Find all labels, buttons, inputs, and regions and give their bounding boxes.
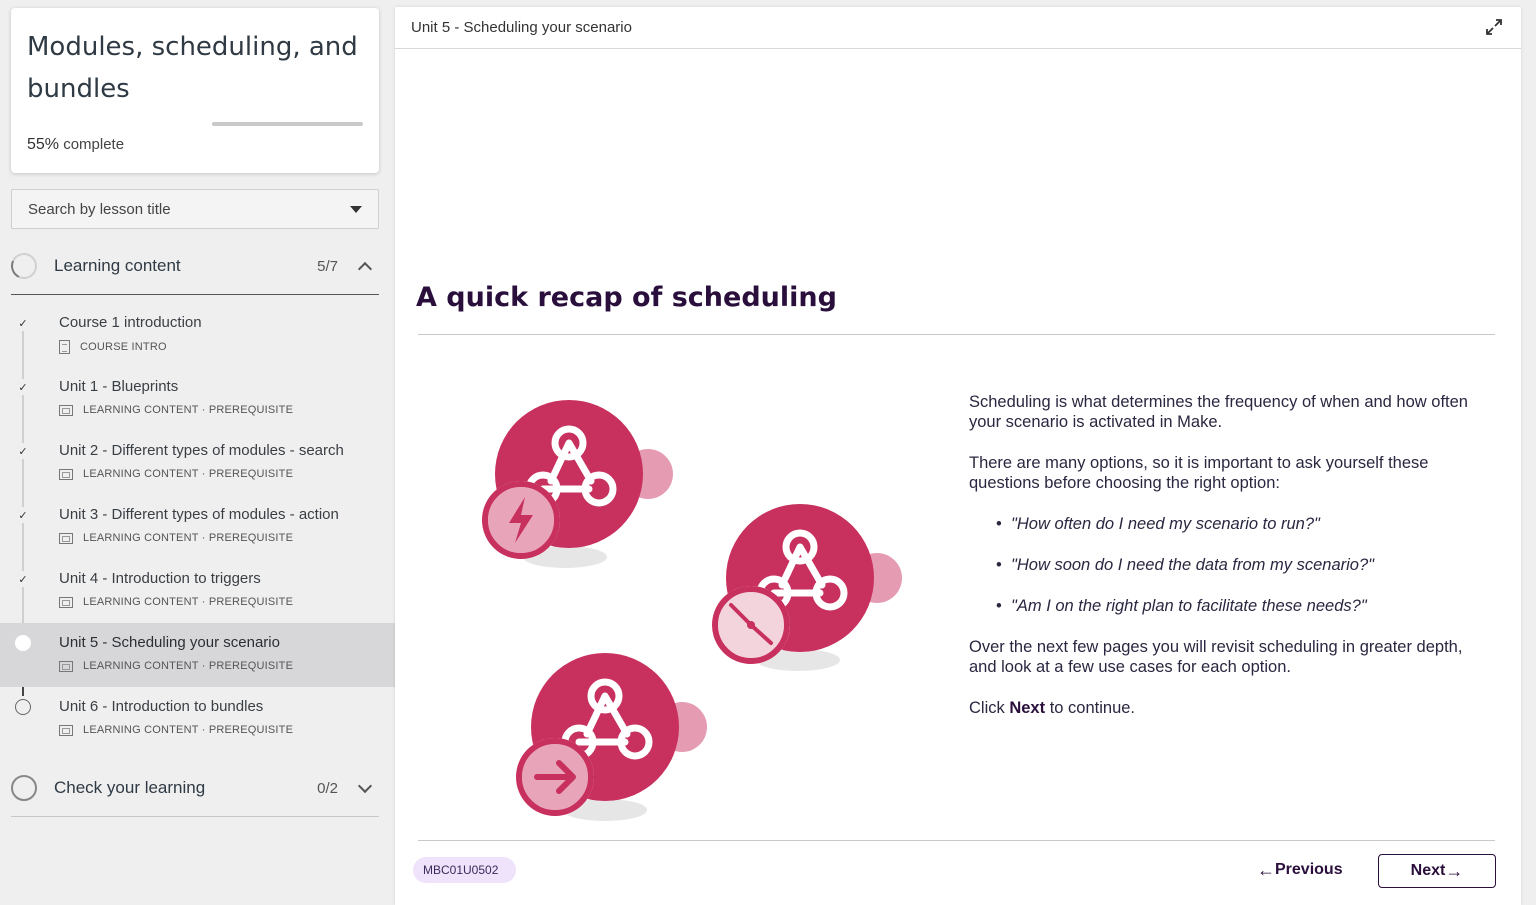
lesson-meta-text: LEARNING CONTENT · PREREQUISITE (83, 468, 294, 480)
presentation-icon (59, 660, 73, 672)
document-icon (59, 340, 70, 354)
section-label: Learning content (54, 256, 181, 275)
lesson-item[interactable]: ✓ Unit 4 - Introduction to triggers LEAR… (0, 559, 395, 623)
section-divider (11, 294, 379, 295)
lesson-meta-text: LEARNING CONTENT · PREREQUISITE (83, 660, 294, 672)
lesson-paragraph: Over the next few pages you will revisit… (969, 638, 1463, 676)
course-progress-fill (212, 122, 296, 126)
lesson-paragraph: Scheduling is what determines the freque… (969, 393, 1468, 431)
check-icon: ✓ (15, 571, 31, 587)
lesson-meta: LEARNING CONTENT · PREREQUISITE (59, 532, 293, 544)
lesson-title: Unit 4 - Introduction to triggers (59, 570, 261, 587)
presentation-icon (59, 404, 73, 416)
check-icon: ✓ (15, 315, 31, 331)
lesson-item[interactable]: ✓ Course 1 introduction COURSE INTRO (0, 303, 395, 367)
next-label: Next (1410, 862, 1446, 879)
check-icon: ✓ (15, 443, 31, 459)
incomplete-circle-icon (15, 699, 31, 715)
lesson-meta-text: LEARNING CONTENT · PREREQUISITE (83, 724, 294, 736)
immediate-run-icon (516, 653, 707, 821)
presentation-icon (59, 596, 73, 608)
next-button[interactable]: Next → (1378, 854, 1496, 888)
page-title: A quick recap of scheduling (416, 282, 837, 313)
section-label: Check your learning (54, 778, 206, 797)
progress-suffix: complete (59, 136, 125, 153)
progress-text: 55% complete (27, 136, 124, 154)
caret-down-icon (350, 205, 362, 213)
breadcrumb: Unit 5 - Scheduling your scenario (411, 19, 632, 36)
lesson-body: Scheduling is what determines the freque… (969, 392, 1489, 739)
lesson-item[interactable]: ✓ Unit 2 - Different types of modules - … (0, 431, 395, 495)
arrow-left-icon: ← (1257, 859, 1275, 880)
chevron-up-icon[interactable] (357, 261, 373, 276)
footer-divider (418, 840, 1495, 841)
section-learning-content[interactable]: Learning content 5/7 (7, 244, 379, 288)
check-icon: ✓ (15, 507, 31, 523)
lesson-search-dropdown[interactable]: Search by lesson title (11, 189, 379, 229)
course-progress-bar (212, 122, 363, 126)
lesson-title: Unit 5 - Scheduling your scenario (59, 634, 280, 651)
section-count: 0/2 (317, 779, 338, 797)
lesson-meta-text: LEARNING CONTENT · PREREQUISITE (83, 532, 294, 544)
progress-percent: 55% (27, 136, 60, 153)
section-count: 5/7 (317, 257, 338, 275)
scheduled-trigger-icon (712, 504, 902, 671)
lesson-item-current[interactable]: Unit 5 - Scheduling your scenario LEARNI… (0, 623, 395, 687)
lesson-meta-text: COURSE INTRO (80, 341, 167, 353)
previous-button[interactable]: ← Previous (1257, 855, 1343, 885)
lesson-title: Unit 1 - Blueprints (59, 378, 179, 395)
instant-trigger-icon (482, 400, 673, 568)
presentation-icon (59, 468, 73, 480)
course-card: Modules, scheduling, and bundles 55% com… (11, 8, 379, 173)
section-divider (11, 816, 379, 817)
instruction-prefix: Click (969, 699, 1010, 717)
presentation-icon (59, 532, 73, 544)
check-icon: ✓ (15, 379, 31, 395)
lesson-meta: LEARNING CONTENT · PREREQUISITE (59, 724, 293, 736)
lesson-title: Unit 2 - Different types of modules - se… (59, 442, 344, 459)
lesson-item[interactable]: ✓ Unit 3 - Different types of modules - … (0, 495, 395, 559)
lesson-meta: LEARNING CONTENT · PREREQUISITE (59, 404, 293, 416)
question-item: "How soon do I need the data from my sce… (969, 555, 1489, 575)
lesson-meta: COURSE INTRO (59, 340, 167, 354)
section-progress-ring-icon (11, 775, 37, 801)
lesson-meta-text: LEARNING CONTENT · PREREQUISITE (83, 596, 294, 608)
expand-icon[interactable] (1485, 18, 1503, 36)
current-lesson-marker-icon (15, 635, 31, 651)
section-check-your-learning[interactable]: Check your learning 0/2 (11, 766, 379, 810)
chevron-down-icon[interactable] (357, 778, 373, 793)
lesson-header: Unit 5 - Scheduling your scenario (395, 7, 1521, 49)
lesson-search-placeholder: Search by lesson title (28, 200, 171, 218)
click-next-instruction: Click Next to continue. (969, 698, 1489, 718)
lesson-viewer: Unit 5 - Scheduling your scenario A quic… (395, 7, 1521, 905)
question-list: "How often do I need my scenario to run?… (969, 514, 1489, 616)
lesson-meta-text: LEARNING CONTENT · PREREQUISITE (83, 404, 294, 416)
lesson-title: Unit 6 - Introduction to bundles (59, 698, 264, 715)
arrow-right-icon: → (1445, 860, 1464, 881)
presentation-icon (59, 724, 73, 736)
lesson-item[interactable]: ✓ Unit 1 - Blueprints LEARNING CONTENT ·… (0, 367, 395, 431)
lesson-item[interactable]: Unit 6 - Introduction to bundles LEARNIN… (0, 687, 395, 751)
question-item: "Am I on the right plan to facilitate th… (969, 596, 1489, 616)
scheduling-illustration (482, 400, 902, 821)
lesson-meta: LEARNING CONTENT · PREREQUISITE (59, 468, 293, 480)
question-item: "How often do I need my scenario to run?… (969, 514, 1489, 534)
instruction-suffix: to continue. (1045, 699, 1136, 717)
previous-label: Previous (1275, 861, 1343, 878)
lesson-meta: LEARNING CONTENT · PREREQUISITE (59, 596, 293, 608)
section-progress-ring-icon (7, 249, 41, 283)
lesson-title: Course 1 introduction (59, 314, 202, 331)
lesson-meta: LEARNING CONTENT · PREREQUISITE (59, 660, 293, 672)
course-sidebar: Modules, scheduling, and bundles 55% com… (0, 0, 395, 905)
lesson-code-badge: MBC01U0502 (413, 857, 517, 883)
instruction-next-word: Next (1009, 699, 1046, 717)
heading-divider (418, 334, 1495, 335)
course-title: Modules, scheduling, and bundles (27, 32, 358, 104)
lesson-paragraph: There are many options, so it is importa… (969, 454, 1429, 492)
lesson-title: Unit 3 - Different types of modules - ac… (59, 506, 339, 523)
